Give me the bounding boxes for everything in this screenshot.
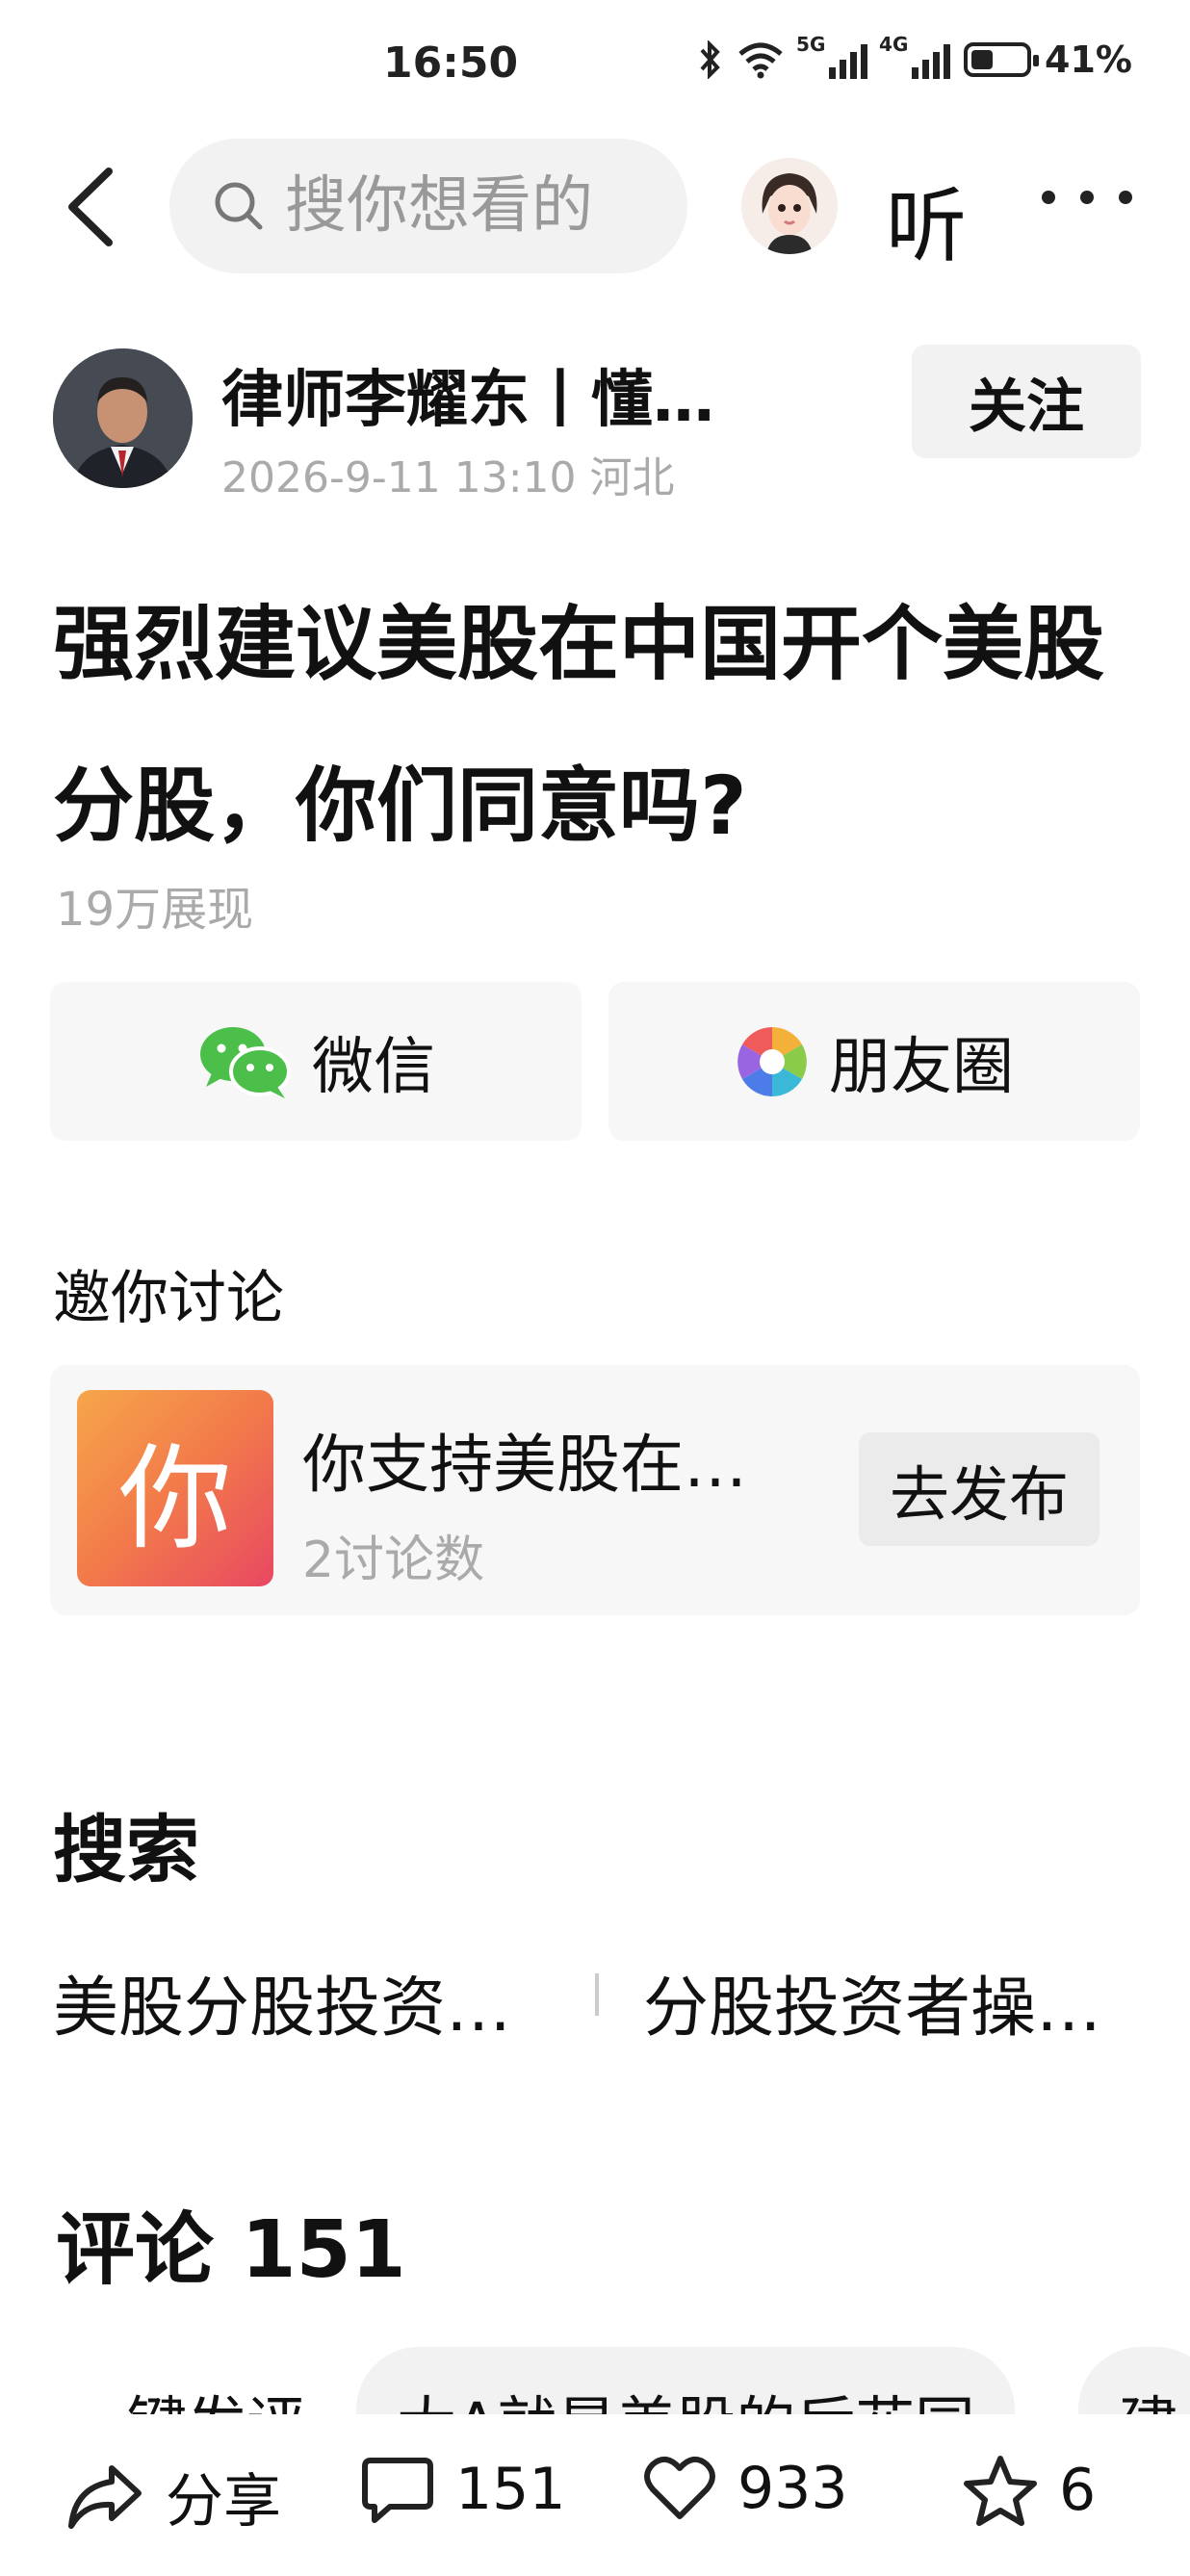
discussion-section-label: 邀你讨论 xyxy=(53,1265,284,1332)
post-meta: 2026-9-11 13:10 河北 xyxy=(221,453,675,502)
author-avatar[interactable] xyxy=(53,348,193,488)
battery-icon xyxy=(964,42,1040,77)
suggestion-divider xyxy=(595,1973,599,2016)
status-icons: 5G 4G 41% xyxy=(698,33,1132,81)
search-suggestion[interactable]: 美股分股投资… xyxy=(53,1954,511,2049)
share-moments-button[interactable]: 朋友圈 xyxy=(608,982,1140,1141)
status-time: 16:50 xyxy=(383,39,519,88)
quick-comment-chip[interactable]: 大A就是美股的后花园 xyxy=(356,2347,1016,2414)
search-section-heading: 搜索 xyxy=(53,1807,199,1893)
quick-comment-chips: 一键发评 大A就是美股的后花园 建 xyxy=(0,2347,1190,2414)
share-action-label: 分享 xyxy=(166,2468,281,2536)
author-row: 律师李耀东丨懂… 2026-9-11 13:10 河北 关注 xyxy=(53,345,1141,502)
signal-5g-icon: 5G xyxy=(796,33,868,79)
back-arrow-icon[interactable] xyxy=(53,164,140,250)
follow-button[interactable]: 关注 xyxy=(912,345,1141,458)
bottom-action-bar: 分享 151 933 6 xyxy=(0,2416,1190,2576)
search-bar[interactable] xyxy=(169,139,687,273)
comment-count: 151 xyxy=(455,2456,566,2523)
view-count: 19万展现 xyxy=(56,883,254,937)
comment-icon xyxy=(362,2458,433,2523)
quick-comment-chip[interactable]: 一键发评 xyxy=(29,2347,347,2414)
more-options-icon[interactable] xyxy=(1042,183,1157,212)
discussion-title[interactable]: 你支持美股在… xyxy=(302,1413,747,1506)
discussion-icon: 你 xyxy=(77,1390,273,1586)
listen-button[interactable]: 听 xyxy=(886,162,967,278)
moments-icon xyxy=(737,1026,807,1096)
comments-heading: 评论 151 xyxy=(56,2204,406,2296)
star-icon xyxy=(964,2456,1037,2526)
favorite-count: 6 xyxy=(1059,2457,1097,2524)
favorite-action[interactable]: 6 xyxy=(963,2455,1096,2526)
search-icon xyxy=(215,182,263,230)
heart-icon xyxy=(644,2456,715,2519)
search-suggestion[interactable]: 分股投资者操… xyxy=(643,1954,1101,2049)
discussion-card[interactable]: 你 你支持美股在… 2讨论数 去发布 xyxy=(50,1365,1140,1615)
share-wechat-label: 微信 xyxy=(312,1031,435,1103)
quick-comment-chip[interactable]: 建 xyxy=(1078,2347,1190,2414)
share-action[interactable]: 分享 xyxy=(65,2455,281,2538)
share-icon xyxy=(68,2464,142,2529)
share-wechat-button[interactable]: 微信 xyxy=(50,982,582,1141)
bluetooth-icon xyxy=(700,40,720,79)
top-nav: 听 xyxy=(0,135,1190,279)
article-title: 强烈建议美股在中国开个美股分股，你们同意吗? xyxy=(53,597,1105,853)
voice-assistant-avatar[interactable] xyxy=(741,158,838,254)
status-bar: 16:50 5G 4G 41% xyxy=(0,0,1190,135)
publish-button[interactable]: 去发布 xyxy=(859,1432,1099,1546)
like-action[interactable]: 933 xyxy=(643,2455,848,2522)
signal-4g-icon: 4G xyxy=(879,33,951,79)
wifi-icon xyxy=(738,42,783,79)
battery-percent: 41% xyxy=(1045,39,1132,81)
comment-action[interactable]: 151 xyxy=(361,2455,566,2524)
discussion-count: 2讨论数 xyxy=(302,1532,485,1589)
search-input[interactable] xyxy=(285,170,632,242)
share-moments-label: 朋友圈 xyxy=(829,1031,1014,1103)
wechat-icon xyxy=(200,1026,291,1098)
like-count: 933 xyxy=(737,2455,848,2522)
author-name[interactable]: 律师李耀东丨懂… xyxy=(221,350,714,439)
